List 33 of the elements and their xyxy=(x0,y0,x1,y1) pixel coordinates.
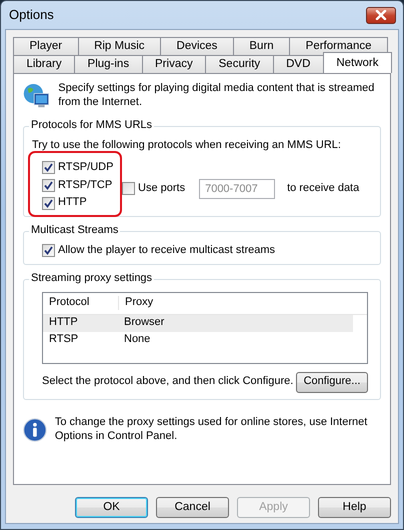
window-title: Options xyxy=(9,6,54,24)
tab[interactable]: Network xyxy=(322,52,392,73)
tab[interactable]: Privacy xyxy=(142,55,206,73)
hint-text: Select the protocol above, and then click Configure. xyxy=(42,375,294,390)
tab[interactable]: Devices xyxy=(160,37,234,55)
column-header[interactable]: Protocol xyxy=(43,296,118,310)
group-title: Streaming proxy settings xyxy=(29,272,154,286)
checkbox[interactable]: RTSP/TCP xyxy=(42,178,122,192)
description-text: Specify settings for playing digital media content that is streamed from the Internet. xyxy=(58,81,376,110)
dialog-button[interactable]: Cancel xyxy=(156,497,229,518)
checkbox[interactable]: HTTP xyxy=(42,196,122,210)
tab[interactable]: Rip Music xyxy=(78,37,162,55)
configure-button[interactable]: Configure... xyxy=(296,372,368,393)
tab[interactable]: DVD xyxy=(272,55,324,73)
column-header[interactable]: Proxy xyxy=(118,296,350,310)
info-text: To change the proxy settings used for online stores, use Internet Options in Control Panel. xyxy=(54,414,368,444)
list-row[interactable]: RTSP None xyxy=(43,332,353,349)
dialog-button[interactable]: Help xyxy=(318,497,391,518)
close-button[interactable] xyxy=(366,6,396,24)
dialog-button[interactable]: OK xyxy=(75,497,148,518)
check-icon xyxy=(44,246,53,256)
close-icon xyxy=(375,10,387,20)
list-row[interactable]: HTTP Browser xyxy=(43,314,353,332)
tab[interactable]: Plug-ins xyxy=(74,55,143,73)
checkbox[interactable]: Use ports xyxy=(122,182,186,196)
instruction-text: Try to use the following protocols when receiving an MMS URL: xyxy=(32,139,342,153)
checkbox[interactable]: Allow the player to receive multicast streams xyxy=(42,244,372,258)
tab[interactable]: Burn xyxy=(232,37,290,55)
checkbox[interactable]: RTSP/UDP xyxy=(42,160,122,174)
tab[interactable]: Security xyxy=(205,55,274,73)
tab[interactable]: Library xyxy=(13,55,76,73)
suffix-text: to receive data xyxy=(287,182,360,196)
tab[interactable]: Player xyxy=(13,37,79,55)
